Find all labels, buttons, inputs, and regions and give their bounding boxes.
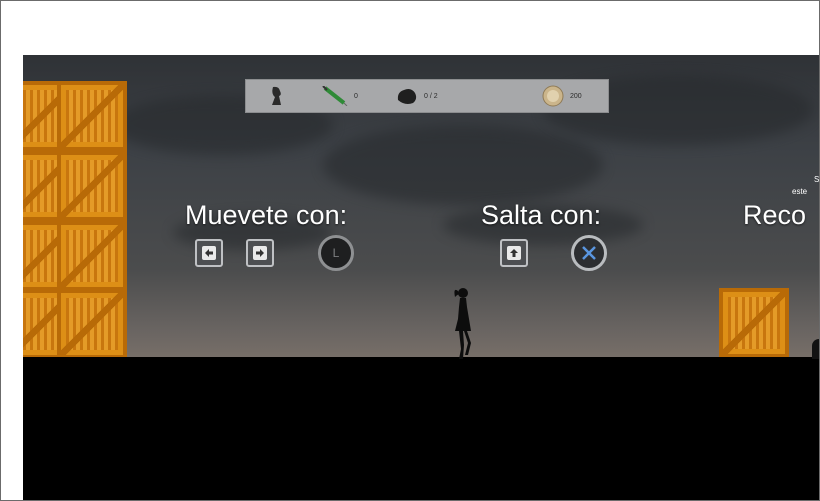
enemy-silhouette: [812, 339, 819, 359]
hud-coins: 200: [542, 85, 582, 107]
syringe-count: 0: [354, 92, 358, 100]
crate: [57, 289, 127, 359]
up-arrow-key: [500, 239, 528, 267]
collect-instruction: Reco: [743, 200, 807, 230]
crate: [57, 151, 127, 221]
cloud: [323, 125, 603, 205]
x-button: [571, 235, 607, 271]
rock-icon: [397, 89, 417, 104]
rock-count: 0 / 2: [424, 92, 438, 100]
jump-instruction: Salta con:: [481, 200, 602, 230]
screenshot-frame: 0 0 / 2 200 Muevete con: Salta con: Reco…: [0, 0, 820, 501]
left-stick-button: L: [318, 235, 354, 271]
collect-note-bottom: este: [792, 187, 808, 196]
crate: [57, 221, 127, 291]
player-character[interactable]: [449, 285, 477, 359]
ground: [23, 357, 819, 500]
crate: [57, 81, 127, 151]
hud-bar: 0 0 / 2 200: [245, 79, 609, 113]
game-viewport: 0 0 / 2 200 Muevete con: Salta con: Reco…: [23, 55, 820, 500]
collect-note-top: S: [814, 175, 820, 184]
syringe-icon: [322, 86, 348, 106]
hud-rock: 0 / 2: [396, 86, 438, 106]
coin-icon: [542, 85, 564, 107]
cross-icon: [582, 246, 596, 260]
move-instruction: Muevete con:: [185, 200, 348, 230]
arrow-up-icon: [510, 249, 518, 257]
arrow-right-icon: [256, 249, 264, 257]
coin-count: 200: [570, 92, 582, 100]
right-arrow-key: [246, 239, 274, 267]
stick-letter: L: [332, 246, 340, 260]
hud-syringe: 0: [322, 86, 358, 106]
left-arrow-key: [195, 239, 223, 267]
hud-character: [268, 86, 286, 106]
crate: [719, 288, 789, 358]
arrow-left-icon: [205, 249, 213, 257]
character-icon: [272, 86, 281, 105]
